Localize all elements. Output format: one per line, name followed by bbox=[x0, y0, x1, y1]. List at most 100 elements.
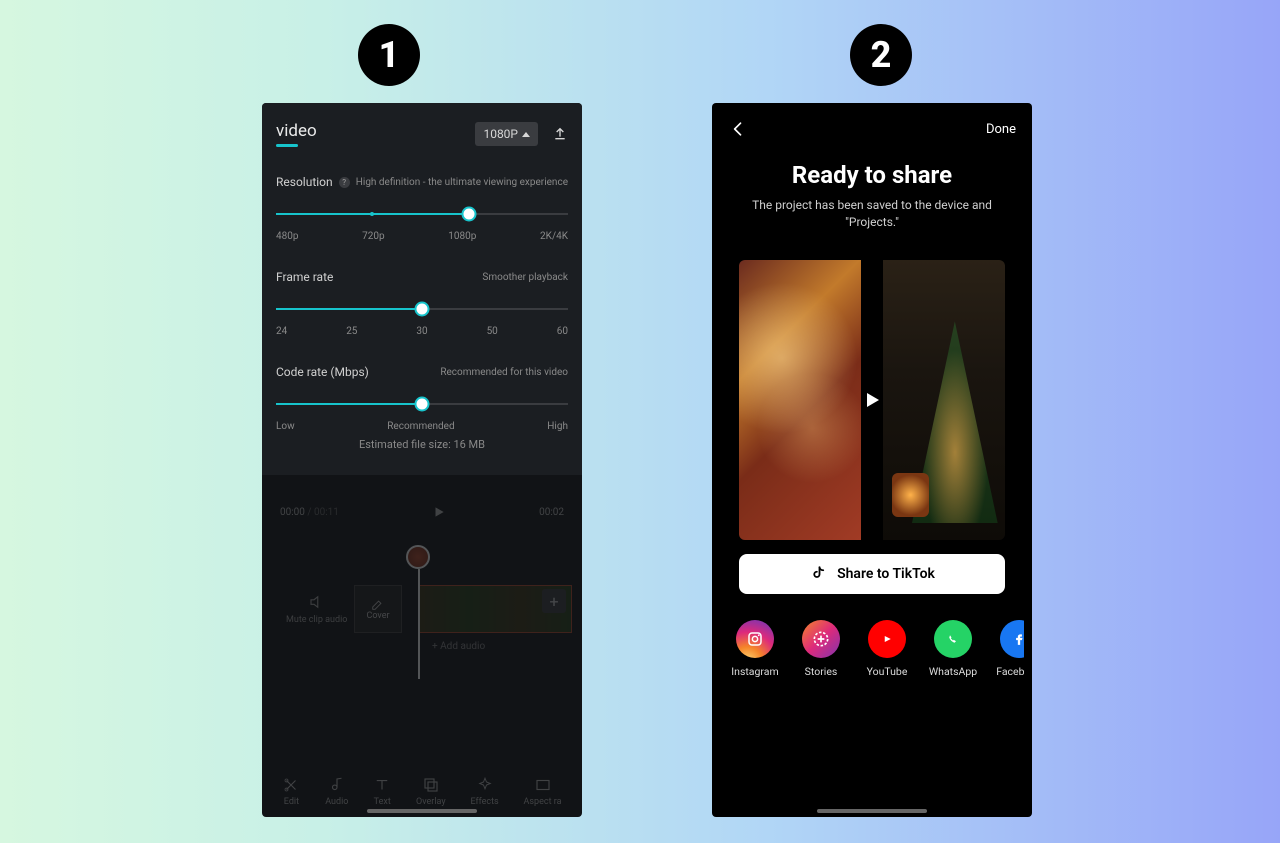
overlay-icon bbox=[422, 776, 440, 794]
resolution-hint: High definition - the ultimate viewing e… bbox=[356, 177, 568, 188]
estimated-size: Estimated file size: 16 MB bbox=[276, 438, 568, 451]
add-clip-button[interactable]: + bbox=[542, 589, 566, 613]
tiktok-icon bbox=[809, 565, 827, 583]
share-screen: Done Ready to share The project has been… bbox=[712, 103, 1032, 817]
slider-knob[interactable] bbox=[415, 397, 430, 412]
preview-left-frame bbox=[739, 260, 861, 540]
share-label: Facebook bbox=[996, 665, 1024, 678]
tool-label: Effects bbox=[470, 797, 498, 807]
edit-cover-icon bbox=[371, 597, 385, 611]
playhead[interactable] bbox=[418, 569, 420, 679]
share-youtube[interactable]: YouTube bbox=[862, 620, 912, 678]
coderate-section: Code rate (Mbps) Recommended for this vi… bbox=[276, 365, 568, 432]
slider-knob[interactable] bbox=[415, 302, 430, 317]
share-subtitle: The project has been saved to the device… bbox=[740, 197, 1004, 232]
tool-label: Audio bbox=[325, 797, 348, 807]
framerate-hint: Smoother playback bbox=[482, 272, 568, 283]
share-label: YouTube bbox=[867, 665, 908, 678]
step-badge-2: 2 bbox=[850, 24, 912, 86]
done-button[interactable]: Done bbox=[986, 122, 1016, 137]
badge-1-number: 1 bbox=[379, 34, 400, 76]
tool-audio[interactable]: Audio bbox=[325, 776, 348, 807]
play-icon[interactable] bbox=[860, 388, 884, 412]
slider-knob[interactable] bbox=[461, 207, 476, 222]
instagram-icon bbox=[736, 620, 774, 658]
tool-label: Overlay bbox=[416, 797, 446, 807]
scissors-icon bbox=[282, 776, 300, 794]
text-icon bbox=[373, 776, 391, 794]
stories-icon bbox=[802, 620, 840, 658]
speaker-off-icon bbox=[308, 593, 326, 611]
cover-button[interactable]: Cover bbox=[354, 585, 402, 633]
resolution-ticks: 480p 720p 1080p 2K/4K bbox=[276, 231, 568, 242]
share-tiktok-button[interactable]: Share to TikTok bbox=[739, 554, 1005, 594]
back-button[interactable] bbox=[728, 119, 748, 139]
resolution-slider[interactable] bbox=[276, 207, 568, 221]
share-label: WhatsApp bbox=[929, 665, 977, 678]
export-button[interactable] bbox=[552, 126, 568, 142]
share-facebook[interactable]: Facebook bbox=[994, 620, 1024, 678]
share-whatsapp[interactable]: WhatsApp bbox=[928, 620, 978, 678]
resolution-value: 1080P bbox=[483, 127, 518, 141]
share-label: Instagram bbox=[731, 665, 778, 678]
step-badge-1: 1 bbox=[358, 24, 420, 86]
sparkle-icon bbox=[476, 776, 494, 794]
time-current: 00:00 bbox=[280, 507, 305, 518]
framerate-section: Frame rate Smoother playback 24 25 30 50… bbox=[276, 270, 568, 337]
whatsapp-icon bbox=[934, 620, 972, 658]
coderate-label: Code rate (Mbps) bbox=[276, 365, 369, 379]
video-preview[interactable] bbox=[739, 260, 1005, 540]
play-icon[interactable] bbox=[432, 505, 446, 519]
facebook-icon bbox=[1000, 620, 1024, 658]
tab-underline bbox=[276, 144, 298, 147]
framerate-ticks: 24 25 30 50 60 bbox=[276, 326, 568, 337]
share-tiktok-label: Share to TikTok bbox=[837, 566, 935, 582]
preview-right-frame bbox=[883, 260, 1005, 540]
export-sheet: video 1080P Resolution ? High def bbox=[262, 103, 582, 475]
cover-label: Cover bbox=[366, 611, 389, 621]
tool-edit[interactable]: Edit bbox=[282, 776, 300, 807]
tool-label: Text bbox=[374, 797, 391, 807]
tool-aspect-ratio[interactable]: Aspect ra bbox=[524, 776, 562, 807]
playhead-thumb[interactable] bbox=[406, 545, 430, 569]
coderate-slider[interactable] bbox=[276, 397, 568, 411]
share-topbar: Done bbox=[712, 103, 1032, 139]
resolution-label: Resolution ? bbox=[276, 175, 350, 189]
home-indicator bbox=[367, 809, 477, 813]
export-settings-screen: 00:00 / 00:11 00:02 Mute clip audio Cove… bbox=[262, 103, 582, 817]
tool-text[interactable]: Text bbox=[373, 776, 391, 807]
mute-button[interactable]: Mute clip audio bbox=[286, 593, 347, 625]
tool-label: Aspect ra bbox=[524, 797, 562, 807]
tool-overlay[interactable]: Overlay bbox=[416, 776, 446, 807]
badge-2-number: 2 bbox=[871, 34, 892, 76]
export-tab[interactable]: video bbox=[276, 121, 317, 147]
export-header: video 1080P bbox=[276, 121, 568, 147]
share-label: Stories bbox=[805, 665, 838, 678]
editor-toolbar: Edit Audio Text Overlay Effects Aspect r… bbox=[262, 776, 582, 807]
tool-effects[interactable]: Effects bbox=[470, 776, 498, 807]
share-instagram[interactable]: Instagram bbox=[730, 620, 780, 678]
coderate-ticks: Low Recommended High bbox=[276, 421, 568, 432]
time-marker: 00:02 bbox=[539, 507, 564, 518]
coderate-hint: Recommended for this video bbox=[440, 367, 568, 378]
caret-up-icon bbox=[522, 132, 530, 137]
framerate-slider[interactable] bbox=[276, 302, 568, 316]
export-tab-label: video bbox=[276, 121, 317, 141]
resolution-section: Resolution ? High definition - the ultim… bbox=[276, 175, 568, 242]
music-note-icon bbox=[328, 776, 346, 794]
share-title: Ready to share bbox=[712, 161, 1032, 189]
add-audio-button[interactable]: + Add audio bbox=[432, 641, 485, 652]
youtube-icon bbox=[868, 620, 906, 658]
tool-label: Edit bbox=[284, 797, 299, 807]
editor-timebar: 00:00 / 00:11 00:02 bbox=[262, 497, 582, 527]
resolution-dropdown[interactable]: 1080P bbox=[475, 122, 538, 146]
framerate-label: Frame rate bbox=[276, 270, 333, 284]
time-total: / 00:11 bbox=[307, 507, 339, 518]
help-icon[interactable]: ? bbox=[339, 177, 350, 188]
share-stories[interactable]: Stories bbox=[796, 620, 846, 678]
aspect-ratio-icon bbox=[534, 776, 552, 794]
home-indicator bbox=[817, 809, 927, 813]
timeline[interactable]: Mute clip audio Cover + + Add audio bbox=[262, 549, 582, 679]
share-targets-row[interactable]: Instagram Stories YouTube WhatsApp Faceb… bbox=[720, 620, 1024, 678]
mute-label: Mute clip audio bbox=[286, 615, 347, 625]
